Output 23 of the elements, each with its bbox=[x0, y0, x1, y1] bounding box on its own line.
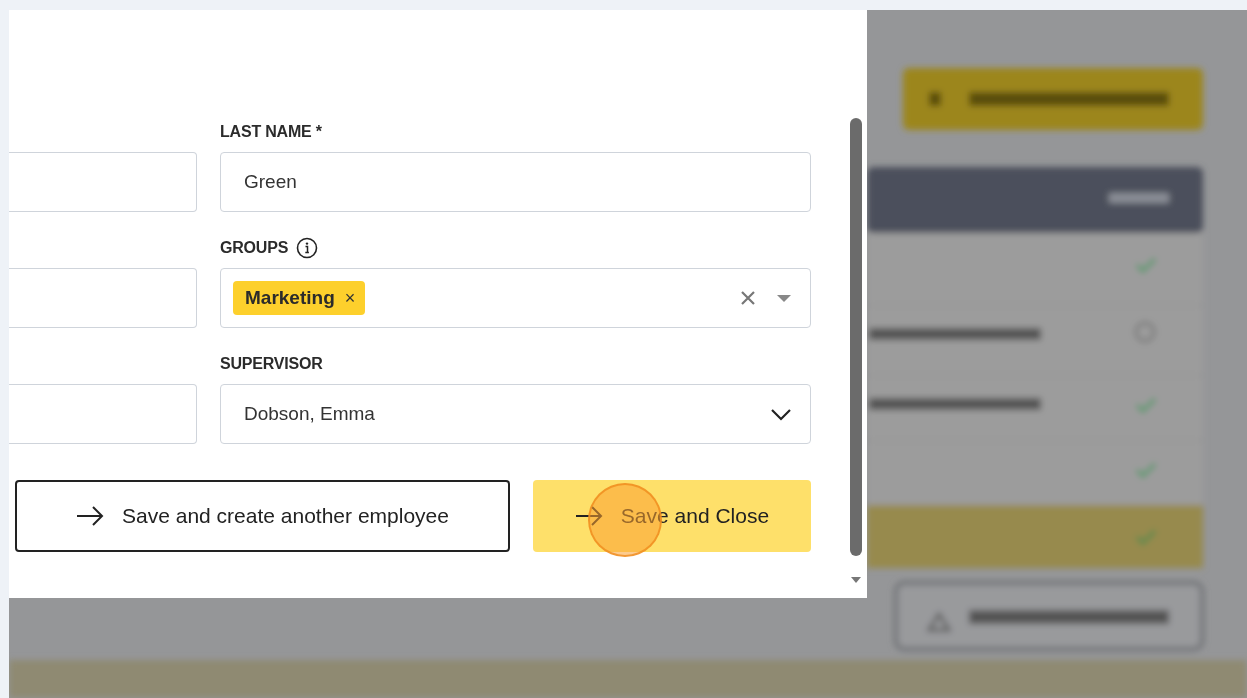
arrow-right-icon bbox=[76, 506, 105, 526]
tag-label: Marketing bbox=[245, 287, 335, 309]
tag-remove-button[interactable]: × bbox=[344, 287, 356, 309]
text-field[interactable] bbox=[9, 152, 197, 212]
text-field[interactable] bbox=[9, 384, 197, 444]
clear-icon[interactable] bbox=[740, 290, 756, 306]
field-label: LAST NAME * bbox=[220, 123, 322, 141]
scroll-down-icon[interactable] bbox=[851, 577, 861, 584]
save-button[interactable]: Save and Close bbox=[533, 480, 811, 552]
text-field[interactable] bbox=[9, 268, 197, 328]
field-value: Green bbox=[244, 171, 297, 193]
caret-icon[interactable] bbox=[776, 293, 792, 303]
field-label: GROUPS bbox=[220, 239, 289, 257]
scrollbar[interactable] bbox=[850, 118, 862, 556]
arrow-right-icon bbox=[574, 506, 603, 526]
info-icon[interactable] bbox=[296, 237, 319, 259]
field-label: SUPERVISOR bbox=[220, 355, 323, 373]
field-value: Dobson, Emma bbox=[244, 403, 375, 425]
tags-field[interactable]: Marketing × bbox=[220, 268, 811, 328]
chevron-down-icon bbox=[770, 407, 792, 421]
text-field[interactable]: Green bbox=[220, 152, 811, 212]
select-field[interactable]: Dobson, Emma bbox=[220, 384, 811, 444]
save-button[interactable]: Save and create another employee bbox=[15, 480, 510, 552]
